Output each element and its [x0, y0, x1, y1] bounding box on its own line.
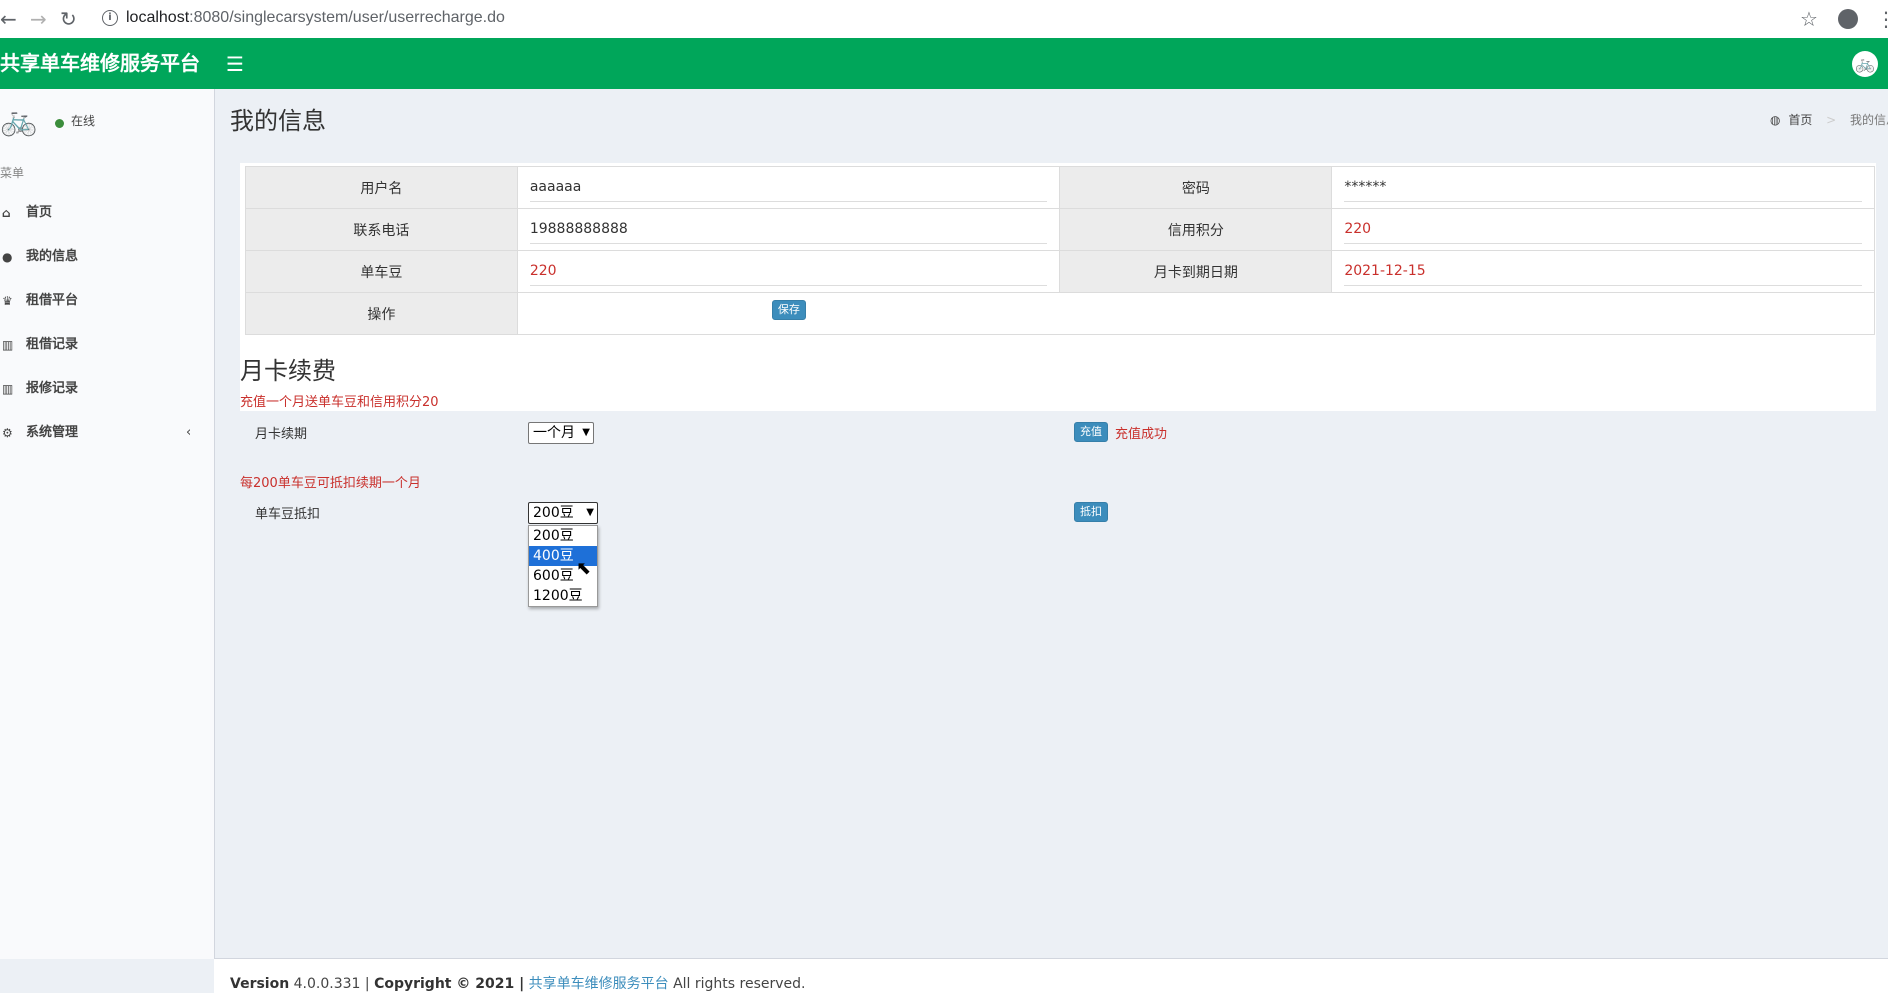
bike-beans-value: 220: [529, 257, 1048, 286]
deduct-button[interactable]: 抵扣: [1074, 502, 1108, 522]
app-logo[interactable]: 共享单车维修服务平台: [0, 38, 200, 89]
home-icon: ⌂: [2, 206, 11, 220]
beans-note: 每200单车豆可抵扣续期一个月: [240, 476, 421, 491]
bookmark-star-icon[interactable]: ☆: [1800, 7, 1818, 31]
gear-icon: ⚙: [2, 426, 13, 440]
sidebar-item-label: 报修记录: [26, 381, 79, 396]
address-bar[interactable]: localhost:8080/singlecarsystem/user/user…: [126, 9, 505, 27]
hamburger-icon[interactable]: ☰: [226, 52, 244, 76]
bar-chart-icon: ▥: [2, 338, 14, 352]
table-row: 单车豆 220 月卡到期日期 2021-12-15: [245, 250, 1875, 293]
credit-score-value: 220: [1344, 215, 1862, 244]
password-label: 密码: [1059, 166, 1333, 209]
info-icon[interactable]: i: [102, 10, 118, 26]
back-icon[interactable]: ←: [0, 8, 17, 30]
bicycle-avatar-icon: 🚲: [0, 103, 38, 138]
chevron-left-icon: ‹: [186, 425, 192, 440]
renew-note: 充值一个月送单车豆和信用积分20: [240, 395, 439, 410]
account-icon[interactable]: [1838, 9, 1858, 29]
user-avatar-icon[interactable]: 🚲: [1852, 51, 1878, 77]
sidebar-item-label: 租借平台: [26, 293, 79, 308]
sidebar-item-home[interactable]: ⌂ 首页: [0, 191, 214, 235]
sidebar-item-label: 我的信息: [26, 249, 79, 264]
card-expiry-value: 2021-12-15: [1344, 257, 1862, 286]
user-info-table: 用户名 aaaaaa 密码 ****** 联系电话 19888888888 信用…: [245, 166, 1876, 335]
card-expiry-label: 月卡到期日期: [1059, 250, 1333, 293]
browser-toolbar: ← → ↻ i localhost:8080/singlecarsystem/u…: [0, 0, 1888, 39]
breadcrumb: ◍ 首页 > 我的信息: [1770, 111, 1888, 128]
breadcrumb-home[interactable]: 首页: [1788, 113, 1812, 127]
user-panel: 🚲 在线: [0, 99, 214, 143]
table-row: 用户名 aaaaaa 密码 ******: [245, 166, 1875, 209]
footer-text: Version 4.0.0.331 | Copyright © 2021 | 共…: [230, 976, 806, 992]
online-status-dot: [55, 119, 64, 128]
beans-select[interactable]: 200豆 ▼: [528, 502, 598, 524]
sidebar: 🚲 在线 菜单 ⌂ 首页 ● 我的信息 ♛ 租借平台 ▥ 租借记录 ▥ 报修记录…: [0, 89, 215, 959]
beans-deduct-label: 单车豆抵扣: [255, 507, 321, 522]
dashboard-icon: ◍: [1770, 113, 1781, 127]
sidebar-item-rental-records[interactable]: ▥ 租借记录: [0, 323, 214, 367]
user-icon: ●: [2, 250, 13, 264]
forward-icon[interactable]: →: [30, 8, 47, 30]
password-field[interactable]: ******: [1344, 173, 1862, 202]
beans-option[interactable]: 200豆: [529, 526, 597, 546]
credit-score-label: 信用积分: [1059, 208, 1333, 251]
sidebar-item-label: 系统管理: [26, 425, 79, 440]
breadcrumb-current: 我的信息: [1850, 113, 1888, 127]
sidebar-item-rental-platform[interactable]: ♛ 租借平台: [0, 279, 214, 323]
sidebar-item-label: 租借记录: [26, 337, 79, 352]
page-title: 我的信息: [230, 107, 326, 135]
top-header: 共享单车维修服务平台 ☰ 🚲: [0, 38, 1888, 89]
trophy-icon: ♛: [2, 294, 13, 308]
breadcrumb-separator: >: [1826, 113, 1837, 127]
rights-text: All rights reserved.: [673, 976, 806, 992]
table-row: 操作 保存: [245, 292, 1876, 335]
footer: Version 4.0.0.331 | Copyright © 2021 | 共…: [214, 958, 1888, 993]
phone-field[interactable]: 19888888888: [529, 215, 1048, 244]
beans-select-value: 200豆: [533, 505, 574, 521]
renew-period-select[interactable]: 一个月 ▼: [528, 422, 594, 444]
bike-beans-label: 单车豆: [245, 250, 518, 293]
save-button[interactable]: 保存: [771, 300, 806, 320]
recharge-status: 充值成功: [1115, 427, 1168, 442]
online-status-text: 在线: [71, 114, 96, 128]
operation-label: 操作: [245, 292, 518, 335]
footer-brand-link[interactable]: 共享单车维修服务平台: [529, 976, 669, 992]
mouse-cursor-icon: ⬉: [576, 558, 592, 579]
chevron-down-icon: ▼: [586, 507, 594, 518]
url-path: :8080/singlecarsystem/user/userrecharge.…: [189, 9, 505, 26]
reload-icon[interactable]: ↻: [60, 8, 77, 30]
sidebar-item-label: 首页: [26, 205, 53, 220]
sidebar-menu: ⌂ 首页 ● 我的信息 ♛ 租借平台 ▥ 租借记录 ▥ 报修记录 ⚙ 系统管理 …: [0, 191, 214, 455]
version-label: Version: [230, 976, 290, 992]
recharge-button[interactable]: 充值: [1074, 422, 1108, 442]
sidebar-item-my-info[interactable]: ● 我的信息: [0, 235, 214, 279]
renew-period-value: 一个月: [533, 425, 575, 441]
username-field[interactable]: aaaaaa: [529, 173, 1048, 202]
renew-section-title: 月卡续费: [240, 357, 336, 385]
menu-header: 菜单: [0, 166, 25, 180]
more-menu-icon[interactable]: ⋮: [1876, 7, 1888, 31]
bar-chart-icon: ▥: [2, 382, 14, 396]
url-host: localhost: [126, 9, 190, 26]
chevron-down-icon: ▼: [582, 427, 590, 438]
copyright-text: Copyright © 2021 |: [374, 976, 525, 992]
phone-label: 联系电话: [245, 208, 518, 251]
sidebar-item-system-management[interactable]: ⚙ 系统管理 ‹: [0, 411, 214, 455]
table-row: 联系电话 19888888888 信用积分 220: [245, 208, 1875, 251]
beans-option[interactable]: 1200豆: [529, 586, 597, 606]
version-number: 4.0.0.331: [293, 976, 361, 992]
sidebar-item-repair-records[interactable]: ▥ 报修记录: [0, 367, 214, 411]
renew-period-label: 月卡续期: [255, 427, 308, 442]
username-label: 用户名: [245, 166, 518, 209]
